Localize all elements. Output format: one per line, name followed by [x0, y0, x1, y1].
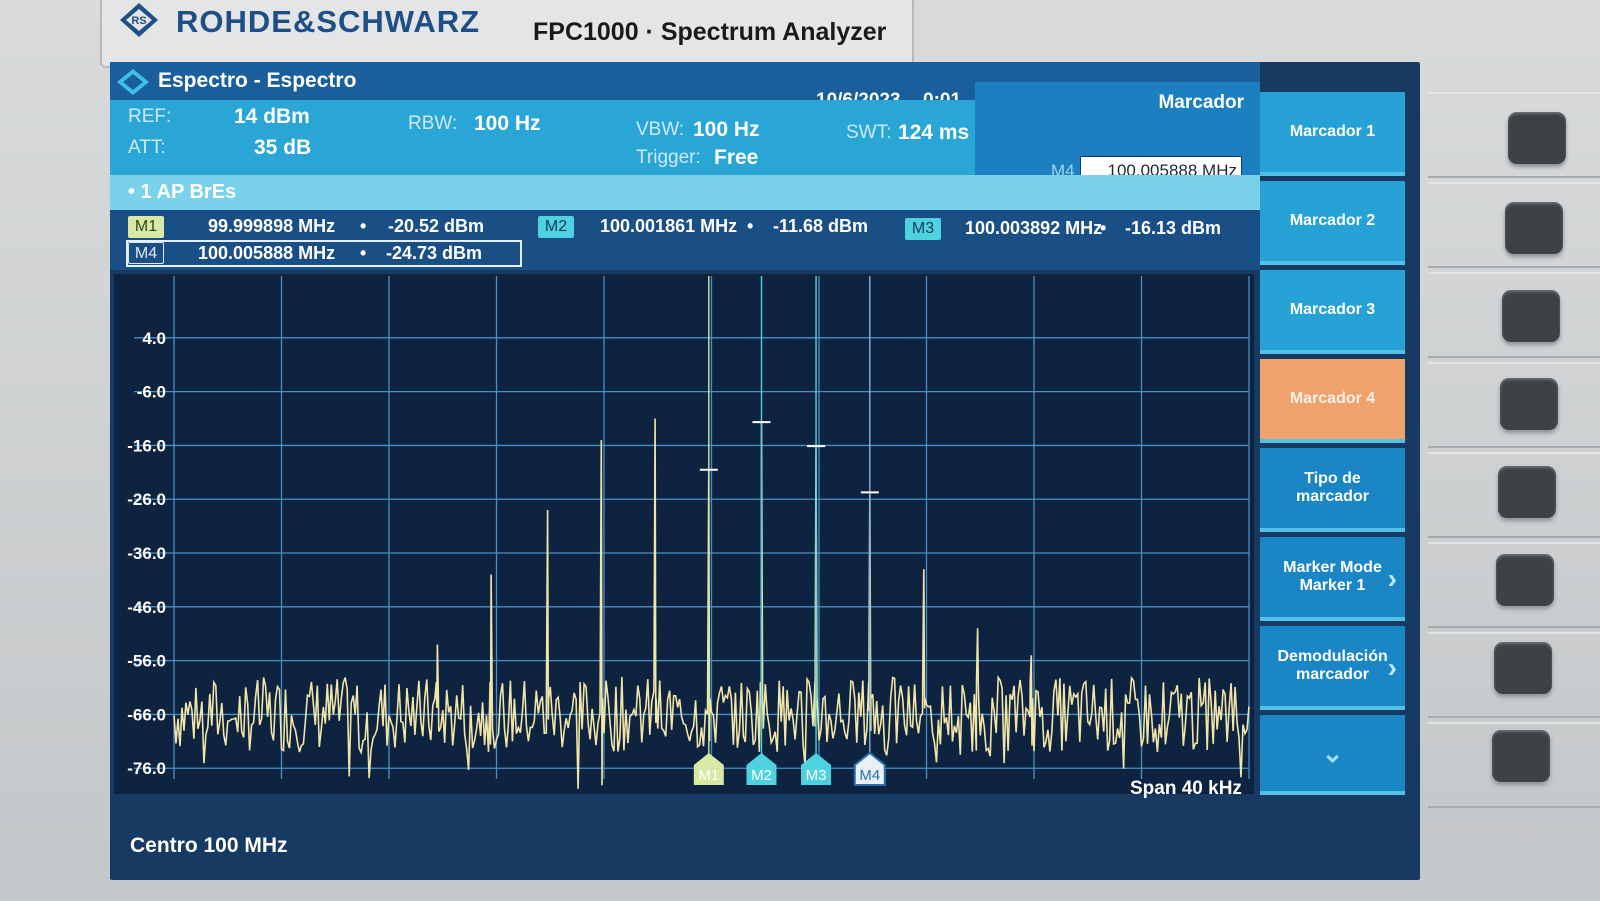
- marker-tag-m3[interactable]: M3: [905, 218, 941, 240]
- marker-m2-freq: 100.001861 MHz: [600, 216, 738, 236]
- y-tick-label: -76.0: [127, 759, 166, 778]
- y-tick-label: -66.0: [127, 705, 166, 724]
- svg-text:RS: RS: [131, 15, 146, 27]
- softkey-marcador-1[interactable]: Marcador 1: [1260, 92, 1405, 176]
- softkey-marcador-2[interactable]: Marcador 2: [1260, 181, 1405, 265]
- marker-flag-label: M2: [751, 767, 772, 784]
- softkey-label: Marker Mode Marker 1: [1283, 559, 1382, 594]
- y-tick-label: -26.0: [127, 490, 166, 509]
- softkey-marcador-4[interactable]: Marcador 4: [1260, 359, 1405, 443]
- marker-m3-dot: •: [1100, 218, 1107, 238]
- chevron-right-icon: ›: [1387, 652, 1397, 683]
- swt-value[interactable]: 124 ms: [898, 121, 969, 145]
- hw-softkey-1[interactable]: [1508, 112, 1566, 164]
- rbw-value[interactable]: 100 Hz: [474, 112, 541, 136]
- swt-label: SWT:: [846, 122, 892, 143]
- marker-flag-label: M4: [859, 767, 880, 784]
- marker-m3-level: -16.13 dBm: [1125, 218, 1222, 238]
- vbw-value[interactable]: 100 Hz: [693, 118, 760, 142]
- marker-tag-m4[interactable]: M4: [128, 242, 164, 264]
- marker-flag-label: M3: [806, 767, 827, 784]
- marker-tag-m1[interactable]: M1: [128, 216, 164, 238]
- hw-softkey-8[interactable]: [1492, 730, 1550, 782]
- y-tick-label: -16.0: [127, 436, 166, 455]
- softkey-label: Marcador 2: [1289, 212, 1376, 229]
- hw-softkey-4[interactable]: [1500, 378, 1558, 430]
- vbw-label: VBW:: [636, 119, 685, 140]
- trigger-label: Trigger:: [636, 147, 701, 168]
- softkey-panel: Marcador 1 Marcador 2 Marcador 3 Marcado…: [1260, 92, 1405, 802]
- softkey-label: Marcador 4: [1289, 390, 1376, 407]
- marker-flag-label: M1: [698, 767, 719, 784]
- spectrum-chart: 4.0 -6.0 -16.0 -26.0 -36.0 -46.0 -56.0 -66.0 -76…: [127, 276, 1250, 789]
- softkey-marcador-3[interactable]: Marcador 3: [1260, 270, 1405, 354]
- y-tick-label: 4.0: [142, 329, 166, 348]
- center-frequency-label[interactable]: Centro 100 MHz: [130, 834, 288, 858]
- trace-bar: • 1 AP BrEs: [110, 175, 1260, 210]
- marker-m1-dot: •: [360, 216, 367, 236]
- y-tick-label: -6.0: [137, 383, 166, 402]
- marker-m1-level: -20.52 dBm: [388, 216, 485, 236]
- marker-panel: Marcador M4 100.005888 MHz: [975, 82, 1260, 184]
- rbw-label: RBW:: [408, 113, 458, 134]
- y-tick-label: -36.0: [127, 544, 166, 563]
- parameter-bar: REF: 14 dBm ATT: 35 dB RBW: 100 Hz VBW: …: [110, 100, 975, 175]
- marker-m4-level: -24.73 dBm: [386, 243, 483, 263]
- marker-m3-freq: 100.003892 MHz: [965, 218, 1103, 238]
- spectrum-plot[interactable]: 4.0 -6.0 -16.0 -26.0 -36.0 -46.0 -56.0 -66.0 -76…: [114, 274, 1254, 794]
- marker-panel-title: Marcador: [1158, 92, 1244, 113]
- hw-softkey-6[interactable]: [1496, 554, 1554, 606]
- att-value[interactable]: 35 dB: [254, 136, 311, 160]
- ref-value[interactable]: 14 dBm: [234, 105, 310, 129]
- ref-label: REF:: [128, 106, 172, 127]
- softkey-label: Marcador 1: [1289, 123, 1376, 140]
- chevron-right-icon: ›: [1387, 563, 1397, 594]
- softkey-label: Tipo de marcador: [1296, 470, 1369, 505]
- softkey-label: Marcador 3: [1289, 301, 1376, 318]
- att-label: ATT:: [128, 137, 166, 158]
- marker-table: M1 99.999898 MHz • -20.52 dBm M2 100.001…: [110, 210, 1260, 270]
- rs-logo-icon: RS: [120, 3, 158, 37]
- softkey-more[interactable]: ⌄: [1260, 715, 1405, 795]
- brand-model: FPC1000 · Spectrum Analyzer: [533, 18, 887, 46]
- marker-m4-freq: 100.005888 MHz: [198, 243, 336, 263]
- marker-tag-m2[interactable]: M2: [538, 216, 574, 238]
- analyzer-screen: Espectro - Espectro 10/6/2023 0:01 REF: …: [110, 62, 1420, 880]
- softkey-demodulacion[interactable]: Demodulación marcador ›: [1260, 626, 1405, 710]
- chevron-down-icon: ⌄: [1321, 737, 1344, 768]
- hw-softkey-5[interactable]: [1498, 466, 1556, 518]
- window-title: Espectro - Espectro: [158, 69, 357, 92]
- app-logo-icon: [117, 69, 149, 95]
- span-label[interactable]: Span 40 kHz: [1130, 778, 1242, 800]
- hw-softkey-7[interactable]: [1494, 642, 1552, 694]
- softkey-tipo-marcador[interactable]: Tipo de marcador: [1260, 448, 1405, 532]
- trace-label[interactable]: • 1 AP BrEs: [128, 181, 236, 204]
- y-tick-label: -46.0: [127, 598, 166, 617]
- marker-m2-level: -11.68 dBm: [773, 216, 869, 236]
- hw-softkey-3[interactable]: [1502, 290, 1560, 342]
- softkey-marker-mode[interactable]: Marker Mode Marker 1 ›: [1260, 537, 1405, 621]
- trigger-value[interactable]: Free: [714, 146, 758, 170]
- hw-softkey-2[interactable]: [1505, 202, 1563, 254]
- marker-m4-dot: •: [360, 243, 367, 263]
- softkey-label: Demodulación marcador: [1277, 648, 1388, 683]
- marker-m2-dot: •: [747, 216, 754, 236]
- marker-m1-freq: 99.999898 MHz: [208, 216, 336, 236]
- y-tick-label: -56.0: [127, 652, 166, 671]
- brand-name: ROHDE&SCHWARZ: [176, 4, 481, 39]
- brand-plate: RS ROHDE&SCHWARZ FPC1000 · Spectrum Anal…: [100, 0, 914, 68]
